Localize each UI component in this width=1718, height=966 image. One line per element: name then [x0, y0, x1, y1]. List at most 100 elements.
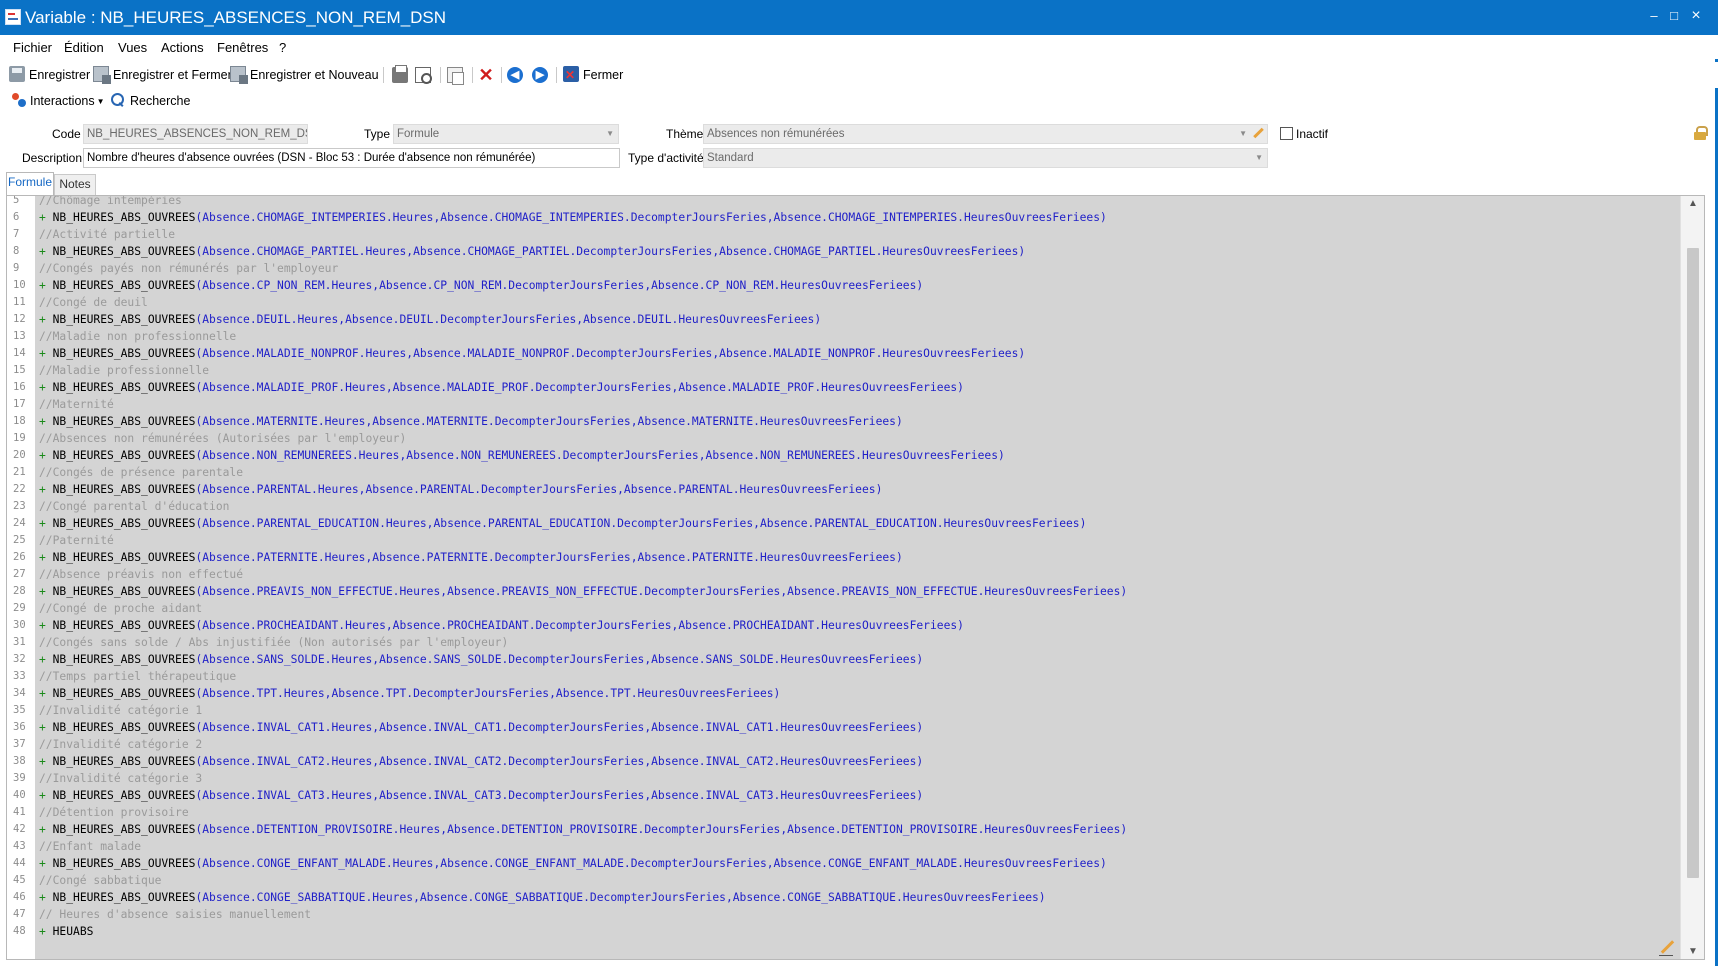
function-arguments: (Absence.CONGE_ENFANT_MALADE.Heures,Abse…: [195, 857, 1107, 870]
pencil-icon[interactable]: [1252, 127, 1264, 139]
line-number: 45: [13, 874, 26, 886]
code-comment: //Maladie professionnelle: [39, 364, 210, 377]
save-button[interactable]: Enregistrer: [9, 66, 90, 84]
function-name: NB_HEURES_ABS_OUVREES: [52, 347, 196, 360]
function-name: NB_HEURES_ABS_OUVREES: [52, 551, 196, 564]
menu-actions[interactable]: Actions: [161, 40, 204, 55]
print-icon[interactable]: [392, 65, 408, 83]
toolbar-separator: [440, 67, 441, 83]
plus-operator: +: [39, 755, 53, 768]
save-new-button[interactable]: Enregistrer et Nouveau: [230, 66, 379, 84]
window-title: Variable : NB_HEURES_ABSENCES_NON_REM_DS…: [25, 8, 447, 27]
code-comment: //Maladie non professionnelle: [39, 330, 237, 343]
plus-operator: +: [39, 279, 53, 292]
code-comment: // Heures d'absence saisies manuellement: [39, 908, 312, 921]
inactive-checkbox[interactable]: [1280, 127, 1293, 140]
type-select[interactable]: Formule ▼: [393, 124, 619, 144]
function-name: NB_HEURES_ABS_OUVREES: [52, 585, 196, 598]
plus-operator: +: [39, 925, 53, 938]
plus-operator: +: [39, 653, 53, 666]
pencil-icon[interactable]: [1658, 939, 1676, 957]
function-arguments: (Absence.INVAL_CAT2.Heures,Absence.INVAL…: [195, 755, 924, 768]
chevron-down-icon: ▼: [1239, 129, 1247, 138]
line-number: 39: [13, 772, 26, 784]
scroll-down-icon[interactable]: ▼: [1688, 946, 1698, 957]
menu-bar: Fichier Édition Vues Actions Fenêtres ?: [0, 35, 1718, 59]
maximize-button[interactable]: □: [1666, 8, 1682, 24]
activity-type-label: Type d'activité: [628, 151, 704, 165]
delete-icon[interactable]: ✕: [478, 66, 494, 84]
function-name: NB_HEURES_ABS_OUVREES: [52, 619, 196, 632]
function-name: NB_HEURES_ABS_OUVREES: [52, 755, 196, 768]
previous-icon[interactable]: ◀: [507, 67, 523, 83]
line-number: 34: [13, 687, 26, 699]
menu-help[interactable]: ?: [279, 40, 286, 55]
activity-type-value: Standard: [707, 152, 754, 164]
description-field[interactable]: Nombre d'heures d'absence ouvrées (DSN -…: [83, 148, 620, 168]
line-number: 28: [13, 585, 26, 597]
function-name: NB_HEURES_ABS_OUVREES: [52, 687, 196, 700]
code-line: + NB_HEURES_ABS_OUVREES(Absence.CONGE_SA…: [39, 889, 1046, 906]
function-name: NB_HEURES_ABS_OUVREES: [52, 211, 196, 224]
menu-edition[interactable]: Édition: [64, 40, 104, 55]
close-button[interactable]: Fermer: [563, 66, 623, 84]
interactions-label: Interactions: [30, 94, 95, 108]
function-arguments: (Absence.CONGE_SABBATIQUE.Heures,Absence…: [195, 891, 1046, 904]
code-line: //Invalidité catégorie 1: [39, 702, 202, 719]
code-line: + NB_HEURES_ABS_OUVREES(Absence.DETENTIO…: [39, 821, 1127, 838]
code-line: //Maternité: [39, 396, 114, 413]
line-number: 12: [13, 313, 26, 325]
code-line: //Maladie professionnelle: [39, 362, 209, 379]
function-name: NB_HEURES_ABS_OUVREES: [52, 245, 196, 258]
print-preview-icon[interactable]: [415, 67, 432, 84]
description-label: Description: [22, 151, 83, 165]
function-arguments: (Absence.PARENTAL.Heures,Absence.PARENTA…: [195, 483, 883, 496]
plus-operator: +: [39, 891, 53, 904]
function-arguments: (Absence.PARENTAL_EDUCATION.Heures,Absen…: [195, 517, 1087, 530]
tab-notes[interactable]: Notes: [54, 174, 96, 195]
search-label: Recherche: [130, 94, 191, 108]
code-line: + NB_HEURES_ABS_OUVREES(Absence.NON_REMU…: [39, 447, 1005, 464]
next-icon[interactable]: ▶: [532, 67, 548, 83]
menu-fenetres[interactable]: Fenêtres: [217, 40, 268, 55]
code-comment: //Congé de deuil: [39, 296, 148, 309]
code-line: //Paternité: [39, 532, 114, 549]
menu-vues[interactable]: Vues: [118, 40, 147, 55]
plus-operator: +: [39, 721, 53, 734]
line-number-gutter: 5 6 7 8 9 10 11 12 13 14 15 16 17 18 19 20 21 22 23 24 25 26 2…: [7, 196, 35, 959]
line-number: 38: [13, 755, 26, 767]
tab-formule[interactable]: Formule: [6, 172, 54, 195]
close-window-button[interactable]: ×: [1688, 8, 1704, 24]
code-field[interactable]: NB_HEURES_ABSENCES_NON_REM_DSN: [83, 124, 308, 144]
line-number: 33: [13, 670, 26, 682]
code-comment: //Chômage intempéries: [39, 195, 182, 207]
function-name: NB_HEURES_ABS_OUVREES: [52, 789, 196, 802]
scroll-up-icon[interactable]: ▲: [1688, 198, 1698, 209]
line-number: 30: [13, 619, 26, 631]
code-line: //Congé de proche aidant: [39, 600, 202, 617]
activity-type-select[interactable]: Standard ▼: [703, 148, 1268, 168]
code-area[interactable]: //Chômage intempéries + NB_HEURES_ABS_OUV…: [35, 196, 1680, 959]
search-button[interactable]: Recherche: [110, 92, 190, 110]
copy-icon[interactable]: [447, 67, 464, 85]
function-arguments: (Absence.CHOMAGE_PARTIEL.Heures,Absence.…: [195, 245, 1026, 258]
formula-editor[interactable]: 5 6 7 8 9 10 11 12 13 14 15 16 17 18 19 20 21 22 23 24 25 26 2…: [6, 195, 1705, 960]
code-line: //Congés payés non rémunérés par l'emplo…: [39, 260, 338, 277]
code-line: + NB_HEURES_ABS_OUVREES(Absence.PARENTAL…: [39, 515, 1086, 532]
interactions-dropdown[interactable]: Interactions ▼: [11, 92, 105, 111]
minimize-button[interactable]: –: [1646, 8, 1662, 24]
vertical-scrollbar[interactable]: ▲ ▼: [1680, 196, 1704, 959]
theme-select[interactable]: Absences non rémunérées ▼: [703, 124, 1268, 144]
function-arguments: (Absence.DEUIL.Heures,Absence.DEUIL.Deco…: [195, 313, 822, 326]
plus-operator: +: [39, 823, 53, 836]
line-number: 44: [13, 857, 26, 869]
plus-operator: +: [39, 483, 53, 496]
code-comment: //Congé de proche aidant: [39, 602, 203, 615]
save-close-button[interactable]: Enregistrer et Fermer: [93, 66, 232, 84]
scroll-thumb[interactable]: [1687, 248, 1699, 878]
function-name: NB_HEURES_ABS_OUVREES: [52, 449, 196, 462]
line-number: 13: [13, 330, 26, 342]
function-name: NB_HEURES_ABS_OUVREES: [52, 313, 196, 326]
code-comment: //Absence préavis non effectué: [39, 568, 244, 581]
menu-fichier[interactable]: Fichier: [13, 40, 52, 55]
